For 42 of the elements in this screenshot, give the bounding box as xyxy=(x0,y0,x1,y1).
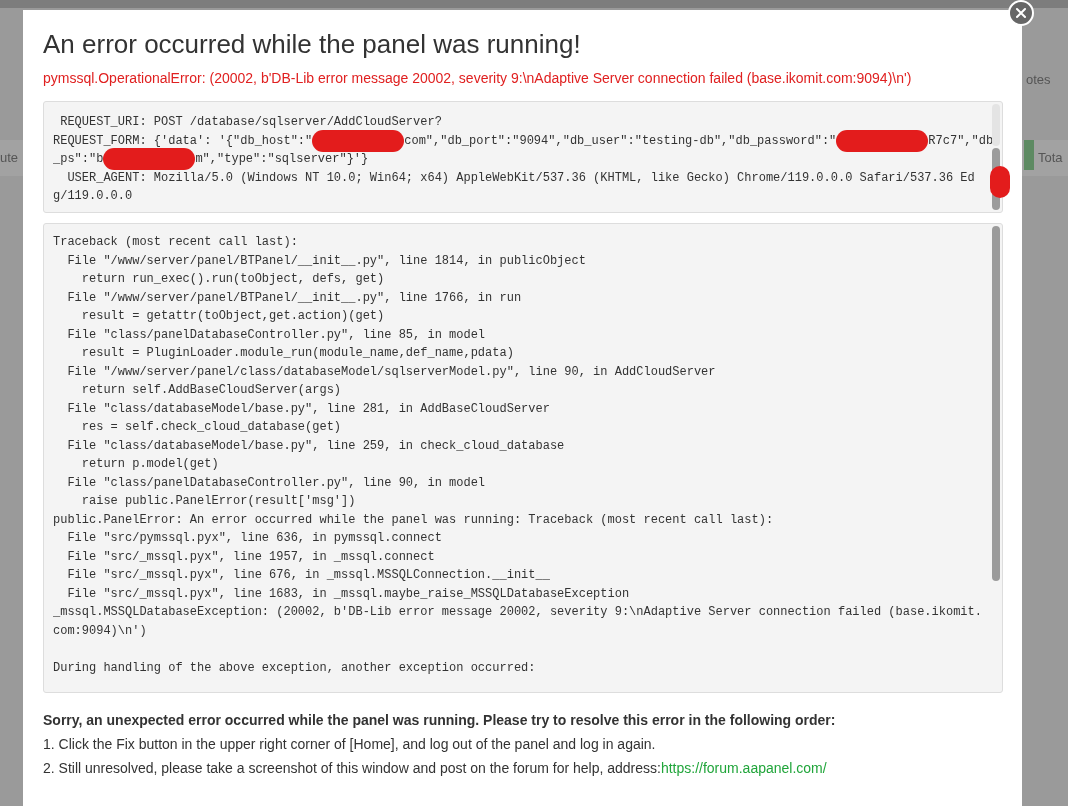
scrollbar-thumb[interactable] xyxy=(992,226,1000,581)
traceback-line: File "/www/server/panel/BTPanel/__init__.py", line 1814, in publicObject xyxy=(66,252,587,270)
traceback-line: File "src/_mssql.pyx", line 676, in _mssql.MSSQLConnection.__init__ xyxy=(66,567,551,584)
traceback-line: raise public.PanelError(result['msg']) xyxy=(80,493,357,510)
traceback-line: File "src/pymssql.pyx", line 636, in pymssql.connect xyxy=(66,530,443,547)
traceback-line: return self.AddBaseCloudServer(args) xyxy=(80,382,343,399)
request-text: REQUEST_FORM: {'data': '{"db_host":" xyxy=(53,132,313,150)
traceback-line: return run_exec().run(toObject, defs, get) xyxy=(80,271,386,288)
request-text: com","db_port":"9094","db_user":"testing-db","db_password":" xyxy=(404,132,837,150)
close-icon xyxy=(1015,7,1027,19)
request-text: R7c7","db xyxy=(928,132,994,150)
help-step: 2. Still unresolved, please take a screenshot of this window and post on the forum for help, address: xyxy=(43,758,661,778)
request-text: _ps":"b xyxy=(53,151,104,168)
request-text: g/119.0.0.0 xyxy=(53,188,133,205)
forum-link[interactable]: https://forum.aapanel.com/ xyxy=(660,758,827,778)
traceback-line: res = self.check_cloud_database(get) xyxy=(80,419,343,436)
background-label: Tota xyxy=(1038,149,1063,167)
request-text: REQUEST_URI: POST /database/sqlserver/AddCloudServer? xyxy=(59,114,442,131)
request-text: USER_AGENT: Mozilla/5.0 (Windows NT 10.0; Win64; x64) AppleWebKit/537.36 (KHTML, like Gecko) Chrome/119.0.0.0 Safari/537.36 Ed xyxy=(66,169,975,187)
traceback-line: File "src/_mssql.pyx", line 1957, in _mssql.connect xyxy=(66,548,436,566)
background-label: ute xyxy=(0,149,19,167)
traceback-line: During handling of the above exception, another exception occurred: xyxy=(53,659,537,677)
traceback-line: Traceback (most recent call last): xyxy=(53,234,299,251)
traceback-line: public.PanelError: An error occurred while the panel was running: Traceback (most recent call last): xyxy=(53,511,775,529)
traceback-line: File "class/databaseModel/base.py", line 281, in AddBaseCloudServer xyxy=(66,400,551,418)
traceback-line: File "class/databaseModel/base.py", line 259, in check_cloud_database xyxy=(66,437,566,455)
traceback-line: result = getattr(toObject,get.action)(get) xyxy=(80,308,386,325)
background-label: otes xyxy=(1026,71,1051,89)
error-message: pymssql.OperationalError: (20002, b'DB-Lib error message 20002, severity 9:\nAdaptive Server connection failed (base.ikomit.com:9094)\n') xyxy=(43,69,912,88)
traceback-line: _mssql.MSSQLDatabaseException: (20002, b'DB-Lib error message 20002, severity 9:\nAdaptive Server connection failed (base.ikomit. xyxy=(53,604,982,621)
help-heading: Sorry, an unexpected error occurred while the panel was running. Please try to resolve this error in the following order: xyxy=(43,711,836,730)
traceback-line: return p.model(get) xyxy=(80,456,220,473)
traceback-line: File "/www/server/panel/class/databaseModel/sqlserverModel.py", line 90, in AddCloudServer xyxy=(66,363,717,381)
traceback-line: File "class/panelDatabaseController.py", line 85, in model xyxy=(66,326,487,344)
traceback-line: result = PluginLoader.module_run(module_name,def_name,pdata) xyxy=(80,345,515,362)
request-text: m","type":"sqlserver"}'} xyxy=(195,151,369,168)
help-step: 1. Click the Fix button in the upper right corner of [Home], and log out of the panel and log in again. xyxy=(43,734,656,754)
traceback-line: File "class/panelDatabaseController.py", line 90, in model xyxy=(66,474,487,492)
dialog-title: An error occurred while the panel was running! xyxy=(43,28,581,60)
traceback-line: File "/www/server/panel/BTPanel/__init__.py", line 1766, in run xyxy=(66,289,523,307)
traceback-line: File "src/_mssql.pyx", line 1683, in _mssql.maybe_raise_MSSQLDatabaseException xyxy=(66,585,631,603)
traceback-line: com:9094)\n') xyxy=(53,622,148,640)
